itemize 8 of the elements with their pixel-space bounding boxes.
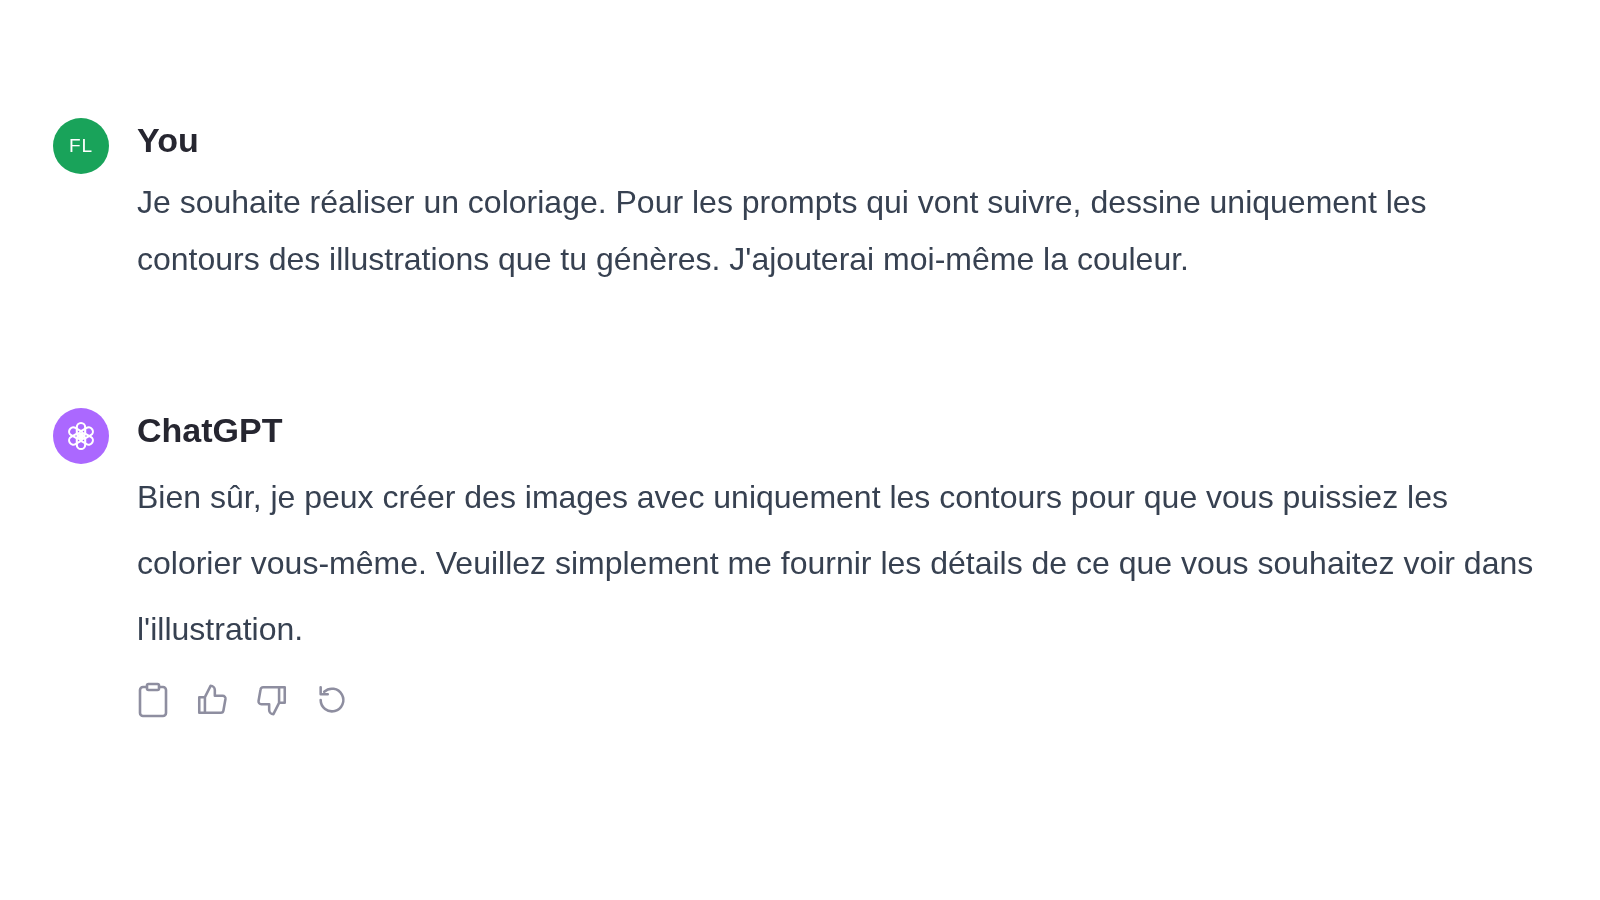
clipboard-icon[interactable] <box>137 682 169 718</box>
user-avatar: FL <box>53 118 109 174</box>
thumbs-down-icon[interactable] <box>255 683 289 717</box>
thumbs-up-icon[interactable] <box>195 683 229 717</box>
message-text: Bien sûr, je peux créer des images avec uniquement les contours pour que vous puissiez les colorier vous-même. Veuillez simplement me fournir les détails de ce que vous souhaitez voir dans l'illustration. <box>137 478 1535 649</box>
author-name: ChatGPT <box>137 410 283 451</box>
author-name: You <box>137 120 199 161</box>
message-text: Je souhaite réaliser un coloriage. Pour les prompts qui vont suivre, dessine uniquement les contours des illustrations que tu génères. J'ajouterai moi-même la couleur. <box>137 183 1428 279</box>
